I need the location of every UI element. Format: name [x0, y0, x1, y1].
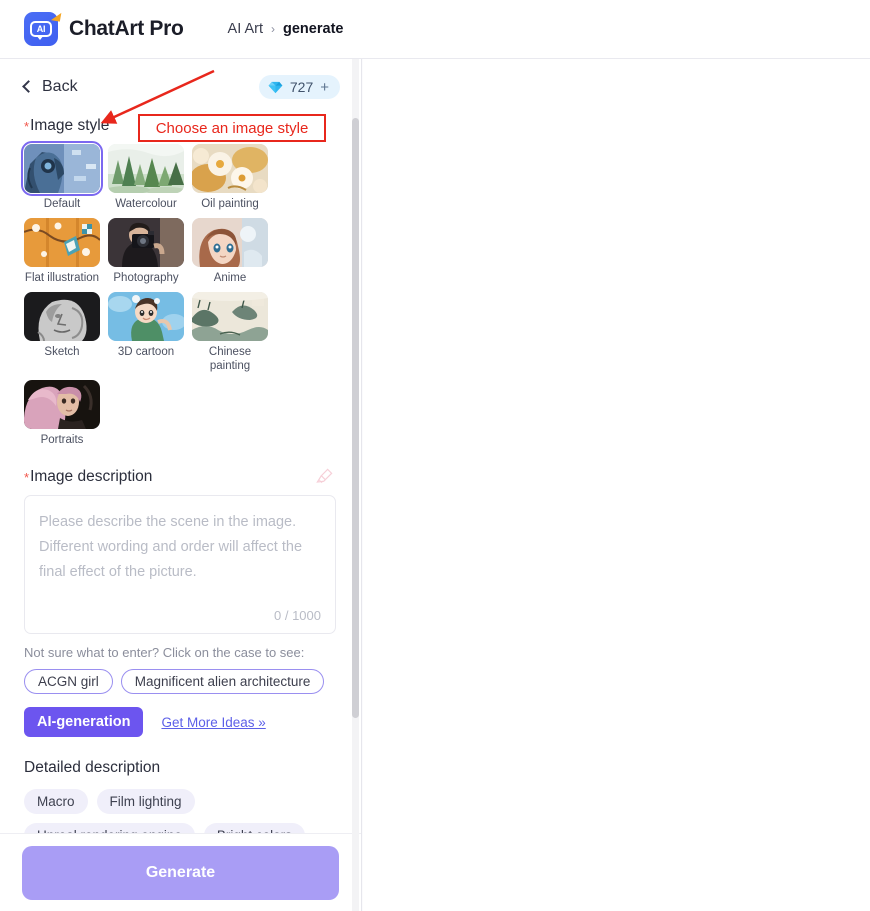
- style-option-label: Chinese painting: [208, 346, 252, 372]
- app-root: AI ChatArt Pro AI Art › generate Back 72…: [0, 0, 870, 911]
- style-option-label: Photography: [113, 272, 179, 285]
- preview-panel: [363, 59, 870, 911]
- style-option-3d-cartoon[interactable]: 3D cartoon: [108, 292, 184, 372]
- image-description-placeholder: Please describe the scene in the image. …: [39, 514, 303, 580]
- image-description-header: *Image description: [0, 447, 361, 486]
- back-label: Back: [42, 78, 78, 95]
- style-option-label: Flat illustration: [24, 272, 100, 285]
- robot-face-blue-thumb: [21, 141, 103, 196]
- style-option-chinese-painting[interactable]: Chinese painting: [192, 292, 268, 372]
- image-description-label: *Image description: [24, 468, 152, 486]
- photographer-camera-thumb: [108, 218, 184, 268]
- top-bar: AI ChatArt Pro AI Art › generate: [0, 0, 870, 59]
- 3d-cartoon-thumb: [108, 292, 184, 342]
- required-marker: *: [24, 119, 30, 134]
- image-style-label: *Image style: [0, 99, 361, 135]
- case-chip-acgn-girl[interactable]: ACGN girl: [24, 669, 113, 695]
- image-style-label-text: Image style: [30, 117, 110, 134]
- app-name: ChatArt Pro: [69, 17, 184, 40]
- sidebar-scrollbar-thumb[interactable]: [352, 118, 359, 718]
- sidebar-scroll-area: Back 727 + *Image style Default Watercol…: [0, 59, 361, 845]
- chevron-right-icon: ›: [271, 22, 276, 36]
- get-more-ideas-link[interactable]: Get More Ideas »: [161, 715, 265, 730]
- tag-macro[interactable]: Macro: [24, 789, 88, 815]
- image-style-grid: Default Watercolour Oil painting Flat il…: [0, 135, 340, 447]
- style-option-sketch[interactable]: Sketch: [24, 292, 100, 372]
- style-option-default[interactable]: Default: [21, 141, 103, 211]
- style-option-label: Sketch: [44, 346, 80, 359]
- style-option-oil-painting[interactable]: Oil painting: [192, 144, 268, 211]
- credits-badge[interactable]: 727 +: [258, 75, 340, 99]
- portrait-pink-hair-thumb: [24, 379, 100, 429]
- anime-girl-thumb: [192, 218, 268, 268]
- case-chip-alien-architecture[interactable]: Magnificent alien architecture: [120, 669, 325, 695]
- style-option-label: 3D cartoon: [117, 346, 175, 359]
- case-hint-text: Not sure what to enter? Click on the cas…: [24, 645, 305, 661]
- app-logo[interactable]: AI ChatArt Pro: [24, 7, 184, 46]
- sidebar-footer: Generate: [0, 833, 361, 911]
- case-chip-row: ACGN girl Magnificent alien architecture: [0, 660, 361, 695]
- chatart-logo-icon: AI: [24, 7, 63, 46]
- chinese-ink-landscape-thumb: [192, 292, 268, 342]
- style-option-label: Watercolour: [115, 198, 177, 210]
- style-option-label: Default: [43, 198, 81, 210]
- image-description-label-text: Image description: [30, 467, 153, 485]
- generator-sidebar: Back 727 + *Image style Default Watercol…: [0, 59, 362, 911]
- style-option-anime[interactable]: Anime: [192, 218, 268, 285]
- required-marker: *: [24, 469, 30, 485]
- credits-amount: 727: [289, 79, 314, 95]
- logo-bubble-icon: AI: [30, 21, 52, 40]
- diamond-icon: [268, 81, 283, 93]
- back-button[interactable]: Back: [22, 78, 78, 96]
- style-option-label: Oil painting: [201, 198, 259, 210]
- image-description-input[interactable]: Please describe the scene in the image. …: [24, 495, 336, 635]
- ai-generation-row: AI-generation Get More Ideas »: [0, 694, 361, 738]
- style-option-portraits[interactable]: Portraits: [24, 379, 100, 447]
- sidebar-header: Back 727 +: [0, 59, 361, 99]
- watercolour-forest-thumb: [108, 144, 184, 193]
- chevron-left-icon: [22, 80, 35, 93]
- style-option-flat-illustration[interactable]: Flat illustration: [24, 218, 100, 285]
- tag-film-lighting[interactable]: Film lighting: [96, 789, 195, 815]
- character-counter: 0 / 1000: [274, 608, 321, 624]
- detailed-description-label: Detailed description: [24, 759, 161, 777]
- oil-flowers-thumb: [192, 144, 268, 193]
- broom-icon[interactable]: [315, 467, 334, 486]
- style-option-label: Anime: [213, 272, 247, 285]
- generate-button[interactable]: Generate: [22, 845, 339, 900]
- logo-ai-text: AI: [36, 23, 46, 34]
- style-option-label: Portraits: [40, 433, 84, 446]
- add-credits-button[interactable]: +: [320, 80, 329, 95]
- breadcrumb-current: generate: [283, 21, 344, 37]
- breadcrumb: AI Art › generate: [228, 21, 344, 37]
- flat-illustration-thumb: [24, 218, 100, 268]
- style-option-watercolour[interactable]: Watercolour: [108, 144, 184, 211]
- ai-generation-button[interactable]: AI-generation: [24, 707, 144, 738]
- logo-corner-accent: [50, 7, 63, 22]
- sketch-statue-thumb: [24, 292, 100, 342]
- style-option-photography[interactable]: Photography: [108, 218, 184, 285]
- breadcrumb-root[interactable]: AI Art: [228, 21, 263, 37]
